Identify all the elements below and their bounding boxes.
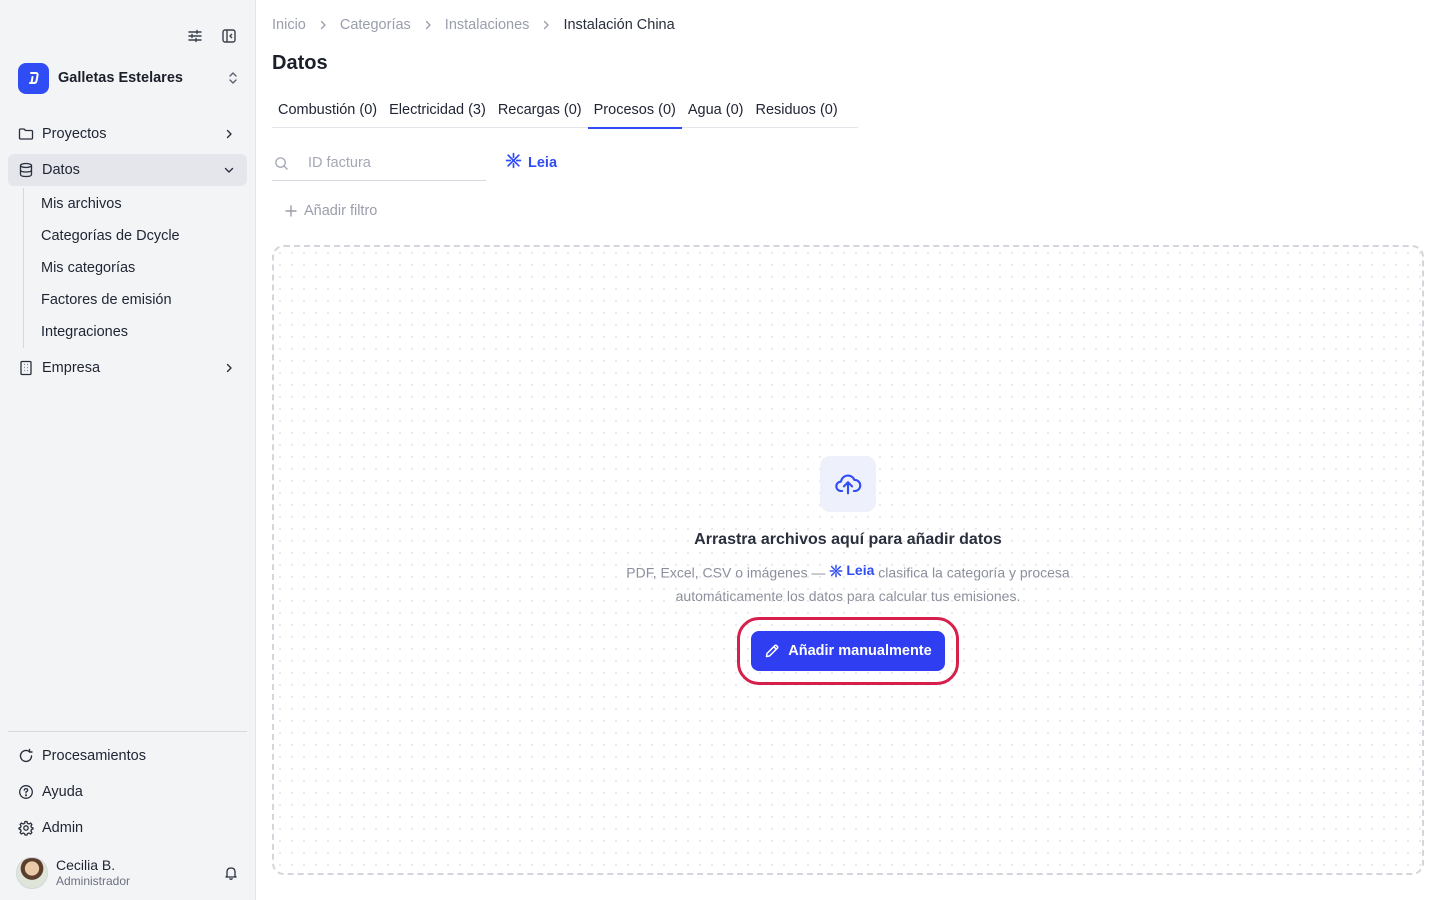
dropzone-description: PDF, Excel, CSV o imágenes — Leia clasif… xyxy=(608,559,1088,608)
tab-electricidad[interactable]: Electricidad (3) xyxy=(383,92,492,128)
add-manually-button[interactable]: Añadir manualmente xyxy=(751,630,945,671)
sidebar-item-label: Empresa xyxy=(42,360,101,376)
chevron-right-icon xyxy=(541,20,551,30)
help-icon xyxy=(18,784,34,800)
breadcrumb-inicio[interactable]: Inicio xyxy=(272,17,306,33)
subnav-item-integraciones[interactable]: Integraciones xyxy=(41,316,247,348)
sidebar: Galletas Estelares Proyectos Datos Mis a… xyxy=(0,0,256,900)
sidebar-item-datos[interactable]: Datos xyxy=(8,154,247,186)
chevron-down-icon xyxy=(221,162,237,178)
highlight-outline: Añadir manualmente xyxy=(737,616,959,685)
leia-label: Leia xyxy=(528,155,558,171)
sidebar-item-label: Proyectos xyxy=(42,126,107,142)
sidebar-item-label: Admin xyxy=(42,820,84,836)
add-filter-button[interactable]: Añadir filtro xyxy=(284,203,377,219)
chevron-right-icon xyxy=(423,20,433,30)
pencil-icon xyxy=(764,643,780,659)
sidebar-item-label: Procesamientos xyxy=(42,748,146,764)
dropzone-title: Arrastra archivos aquí para añadir datos xyxy=(694,531,1002,548)
sidebar-item-proyectos[interactable]: Proyectos xyxy=(8,118,247,150)
avatar xyxy=(16,857,48,889)
add-filter-label: Añadir filtro xyxy=(304,203,378,219)
collapse-sidebar-icon[interactable] xyxy=(219,26,239,46)
sliders-icon[interactable] xyxy=(185,26,205,46)
sidebar-item-ayuda[interactable]: Ayuda xyxy=(8,776,247,808)
leia-sparkle-icon xyxy=(505,152,522,174)
user-role: Administrador xyxy=(56,874,131,888)
gear-icon xyxy=(18,820,34,836)
page-title: Datos xyxy=(272,52,328,74)
org-logo-icon xyxy=(18,62,49,94)
sidebar-item-label: Datos xyxy=(42,162,80,178)
tab-residuos[interactable]: Residuos (0) xyxy=(749,92,843,128)
user-info: Cecilia B. Administrador xyxy=(56,857,130,889)
chevron-right-icon xyxy=(221,360,237,376)
sidebar-top-actions xyxy=(185,26,239,46)
subnav-item-factores-emision[interactable]: Factores de emisión xyxy=(41,284,247,316)
folder-icon xyxy=(18,126,34,142)
subnav-item-mis-categorias[interactable]: Mis categorías xyxy=(41,252,247,284)
tab-agua[interactable]: Agua (0) xyxy=(682,92,750,128)
breadcrumb: Inicio Categorías Instalaciones Instalac… xyxy=(272,17,675,33)
sidebar-bottom-nav: Procesamientos Ayuda Admin xyxy=(8,740,247,848)
breadcrumb-instalaciones[interactable]: Instalaciones xyxy=(445,17,530,33)
tab-recargas[interactable]: Recargas (0) xyxy=(492,92,588,128)
sidebar-item-admin[interactable]: Admin xyxy=(8,812,247,844)
bell-icon[interactable] xyxy=(222,864,240,882)
sidebar-nav: Proyectos Datos Mis archivos Categorías … xyxy=(8,118,247,388)
chevron-up-down-icon xyxy=(226,69,240,87)
leia-sparkle-icon xyxy=(829,564,843,577)
leia-inline-label: Leia xyxy=(846,562,875,578)
building-icon xyxy=(18,360,34,376)
chevron-right-icon xyxy=(221,126,237,142)
search-bar xyxy=(272,146,486,181)
chevron-right-icon xyxy=(318,20,328,30)
sidebar-divider xyxy=(8,731,247,732)
org-switcher[interactable]: Galletas Estelares xyxy=(18,62,240,94)
file-dropzone[interactable]: Arrastra archivos aquí para añadir datos… xyxy=(272,245,1424,875)
leia-inline-link: Leia xyxy=(829,559,874,582)
sidebar-item-procesamientos[interactable]: Procesamientos xyxy=(8,740,247,772)
add-manually-label: Añadir manualmente xyxy=(788,642,932,659)
sidebar-item-label: Ayuda xyxy=(42,784,83,800)
datos-subnav: Mis archivos Categorías de Dcycle Mis ca… xyxy=(23,188,247,348)
sidebar-item-empresa[interactable]: Empresa xyxy=(8,352,247,384)
user-profile[interactable]: Cecilia B. Administrador xyxy=(16,855,240,891)
tab-procesos[interactable]: Procesos (0) xyxy=(587,92,683,129)
dropzone-desc-before: PDF, Excel, CSV o imágenes — xyxy=(626,564,826,581)
search-icon xyxy=(273,155,289,171)
dropzone-content: Arrastra archivos aquí para añadir datos… xyxy=(274,456,1422,685)
database-icon xyxy=(18,162,34,178)
refresh-icon xyxy=(18,748,34,764)
leia-button[interactable]: Leia xyxy=(505,152,557,174)
cloud-upload-icon xyxy=(820,456,876,512)
subnav-item-mis-archivos[interactable]: Mis archivos xyxy=(41,188,247,220)
org-name: Galletas Estelares xyxy=(58,70,183,86)
plus-icon xyxy=(284,204,298,218)
user-name: Cecilia B. xyxy=(56,857,116,873)
main-content: Inicio Categorías Instalaciones Instalac… xyxy=(256,0,1440,900)
tab-combustion[interactable]: Combustión (0) xyxy=(272,92,383,128)
subnav-item-categorias-dcycle[interactable]: Categorías de Dcycle xyxy=(41,220,247,252)
category-tabs: Combustión (0) Electricidad (3) Recargas… xyxy=(272,92,858,129)
breadcrumb-categorias[interactable]: Categorías xyxy=(340,17,411,33)
search-input[interactable] xyxy=(308,155,478,171)
breadcrumb-current: Instalación China xyxy=(563,17,675,33)
